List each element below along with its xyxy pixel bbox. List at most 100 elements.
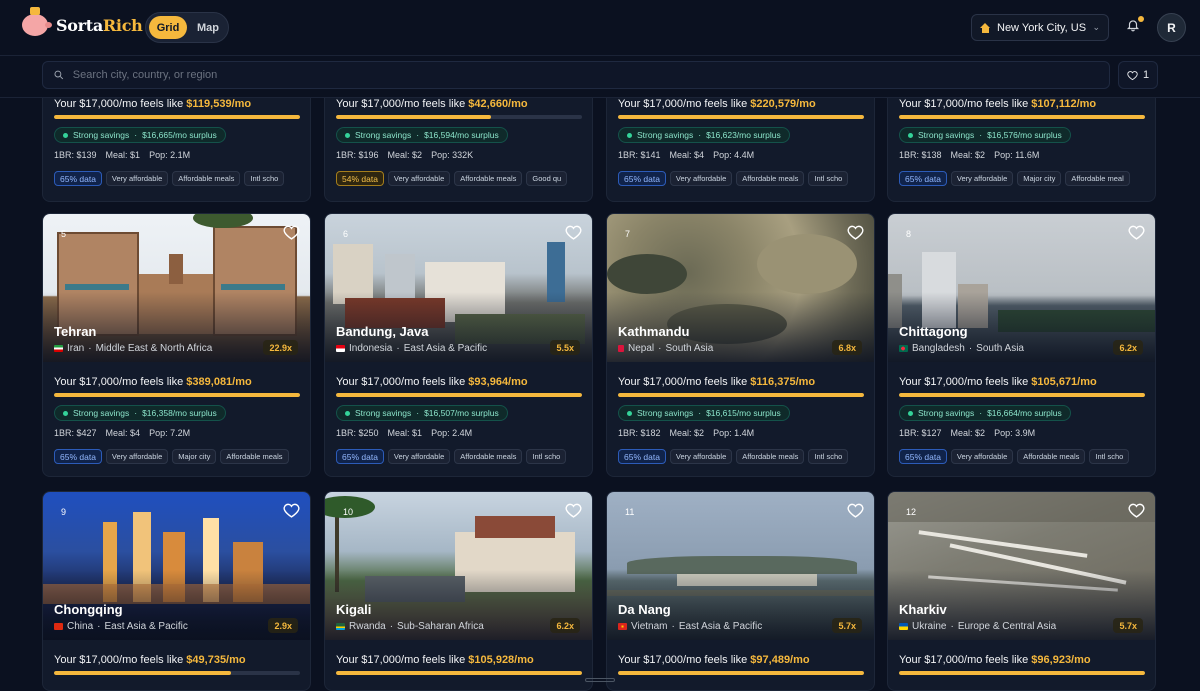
brand-logo[interactable]: SortaRich xyxy=(22,7,143,36)
feels-like-text: Your $17,000/mo feels like $105,928/mo xyxy=(336,654,534,666)
top-navigation-bar: SortaRich Grid Map New York City, US ⌄ R xyxy=(0,0,1200,56)
tag-list: 65% data Very affordable Affordable meals I… xyxy=(618,171,864,186)
feels-like-text: Your $17,000/mo feels like $119,539/mo xyxy=(54,98,252,110)
feels-like-text: Your $17,000/mo feels like $49,735/mo xyxy=(54,654,246,666)
flag-icon xyxy=(899,345,908,352)
city-name: Kharkiv xyxy=(899,602,947,617)
city-name: Chittagong xyxy=(899,324,968,339)
multiplier-badge: 6.8x xyxy=(832,340,862,355)
notifications-button[interactable] xyxy=(1126,16,1144,36)
city-stats: 1BR: $138 Meal: $2 Pop: 11.6M xyxy=(899,150,1040,160)
city-card[interactable]: 11 Da Nang Vietnam · East Asia & Pacific… xyxy=(606,491,875,691)
savings-badge: Strong savings · $16,615/mo surplus xyxy=(618,405,790,421)
feels-like-bar xyxy=(336,671,582,675)
search-input[interactable] xyxy=(72,69,1099,81)
city-name: Tehran xyxy=(54,324,97,339)
favorites-count: 1 xyxy=(1142,69,1150,81)
city-stats: 1BR: $141 Meal: $4 Pop: 4.4M xyxy=(618,150,755,160)
city-stats: 1BR: $196 Meal: $2 Pop: 332K xyxy=(336,150,474,160)
city-photo: 12 Kharkiv Ukraine · Europe & Central As… xyxy=(888,492,1155,640)
multiplier-badge: 6.2x xyxy=(1113,340,1143,355)
data-coverage-badge: 65% data xyxy=(54,449,102,464)
city-card[interactable]: 8 Chittagong Bangladesh · South Asia 6.2… xyxy=(887,213,1156,477)
home-icon xyxy=(980,22,991,33)
flag-icon xyxy=(899,623,908,630)
feels-like-text: Your $17,000/mo feels like $389,081/mo xyxy=(54,376,252,388)
home-location-selector[interactable]: New York City, US ⌄ xyxy=(971,14,1109,41)
view-toggle: Grid Map xyxy=(145,12,229,43)
heart-icon[interactable] xyxy=(847,224,864,241)
heart-icon[interactable] xyxy=(1128,502,1145,519)
multiplier-badge: 6.2x xyxy=(550,618,580,633)
city-name: Kigali xyxy=(336,602,372,617)
country-region: Ukraine · Europe & Central Asia xyxy=(899,621,1056,632)
search-icon xyxy=(54,70,64,80)
feels-like-bar xyxy=(899,393,1145,397)
feels-like-text: Your $17,000/mo feels like $97,489/mo xyxy=(618,654,810,666)
feels-like-text: Your $17,000/mo feels like $96,923/mo xyxy=(899,654,1091,666)
country-region: Iran · Middle East & North Africa xyxy=(54,343,212,354)
feels-like-bar xyxy=(54,393,300,397)
city-card[interactable]: 12 Kharkiv Ukraine · Europe & Central As… xyxy=(887,491,1156,691)
flag-icon xyxy=(618,623,627,630)
search-box[interactable] xyxy=(42,61,1110,89)
data-coverage-badge: 65% data xyxy=(899,171,947,186)
feels-like-bar xyxy=(336,393,582,397)
multiplier-badge: 5.7x xyxy=(1113,618,1143,633)
city-card[interactable]: 10 Kigali Rwanda · Sub-Saharan Africa 6.… xyxy=(324,491,593,691)
feels-like-bar xyxy=(618,671,864,675)
user-avatar[interactable]: R xyxy=(1157,13,1186,42)
data-coverage-badge: 65% data xyxy=(336,449,384,464)
map-view-button[interactable]: Map xyxy=(191,16,225,39)
city-card[interactable]: 7 Kathmandu Nepal · South Asia 6.8x Your… xyxy=(606,213,875,477)
savings-badge: Strong savings · $16,623/mo surplus xyxy=(618,127,790,143)
city-photo: 10 Kigali Rwanda · Sub-Saharan Africa 6.… xyxy=(325,492,592,640)
city-name: Bandung, Java xyxy=(336,324,429,339)
favorites-button[interactable]: 1 xyxy=(1118,61,1158,89)
data-coverage-badge: 65% data xyxy=(54,171,102,186)
city-photo: 8 Chittagong Bangladesh · South Asia 6.2… xyxy=(888,214,1155,362)
brand-name: SortaRich xyxy=(56,15,143,35)
feels-like-text: Your $17,000/mo feels like $107,112/mo xyxy=(899,98,1097,110)
rank-number: 6 xyxy=(343,229,349,239)
grid-view-button[interactable]: Grid xyxy=(149,16,187,39)
heart-icon[interactable] xyxy=(847,502,864,519)
city-photo: 6 Bandung, Java Indonesia · East Asia & … xyxy=(325,214,592,362)
flag-icon xyxy=(336,345,345,352)
city-card[interactable]: 6 Bandung, Java Indonesia · East Asia & … xyxy=(324,213,593,477)
city-card[interactable]: 5 Tehran Iran · Middle East & North Afri… xyxy=(42,213,311,477)
city-name: Chongqing xyxy=(54,602,123,617)
tag-list: 65% data Very affordable Affordable meals I… xyxy=(54,171,300,186)
tag-list: 54% data Very affordable Affordable meals G… xyxy=(336,171,582,186)
multiplier-badge: 5.7x xyxy=(832,618,862,633)
country-region: China · East Asia & Pacific xyxy=(54,621,188,632)
heart-icon[interactable] xyxy=(283,502,300,519)
feels-like-bar xyxy=(54,115,300,119)
flag-icon xyxy=(54,623,63,630)
city-photo: 5 Tehran Iran · Middle East & North Afri… xyxy=(43,214,310,362)
country-region: Nepal · South Asia xyxy=(618,343,713,354)
savings-badge: Strong savings · $16,358/mo surplus xyxy=(54,405,226,421)
feels-like-bar xyxy=(336,115,582,119)
scroll-indicator[interactable] xyxy=(585,678,615,682)
country-region: Rwanda · Sub-Saharan Africa xyxy=(336,621,484,632)
rank-number: 11 xyxy=(625,507,635,517)
savings-badge: Strong savings · $16,507/mo surplus xyxy=(336,405,508,421)
search-bar-row: 1 xyxy=(0,56,1200,98)
heart-icon[interactable] xyxy=(1128,224,1145,241)
city-photo: 9 Chongqing China · East Asia & Pacific … xyxy=(43,492,310,640)
savings-badge: Strong savings · $16,664/mo surplus xyxy=(899,405,1071,421)
multiplier-badge: 2.9x xyxy=(268,618,298,633)
city-name: Da Nang xyxy=(618,602,671,617)
data-coverage-badge: 65% data xyxy=(618,171,666,186)
city-photo: 7 Kathmandu Nepal · South Asia 6.8x xyxy=(607,214,874,362)
feels-like-text: Your $17,000/mo feels like $42,660/mo xyxy=(336,98,528,110)
city-card[interactable]: 9 Chongqing China · East Asia & Pacific … xyxy=(42,491,311,691)
heart-icon[interactable] xyxy=(283,224,300,241)
city-stats: 1BR: $250 Meal: $1 Pop: 2.4M xyxy=(336,428,473,438)
city-grid: Your $17,000/mo feels like $119,539/mo S… xyxy=(0,0,1200,691)
piggy-bank-icon xyxy=(22,7,52,36)
rank-number: 5 xyxy=(61,229,67,239)
heart-icon[interactable] xyxy=(565,502,582,519)
heart-icon[interactable] xyxy=(565,224,582,241)
